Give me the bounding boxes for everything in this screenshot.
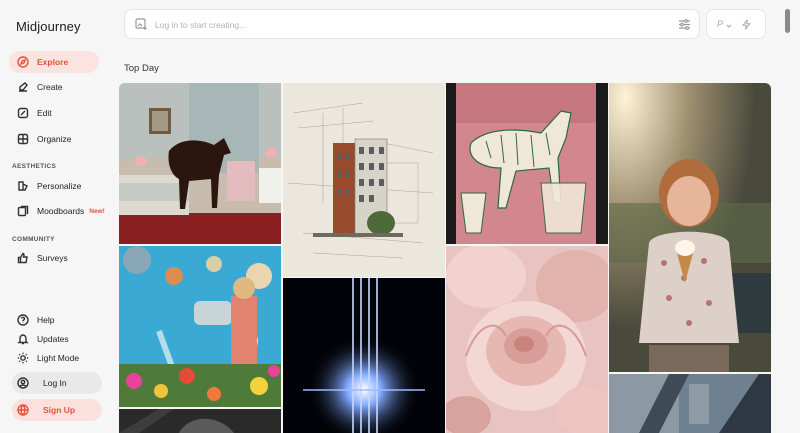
community-heading: COMMUNITY (12, 236, 55, 243)
bell-icon (17, 333, 29, 345)
app-logo[interactable]: Midjourney (16, 19, 81, 34)
chevron-down-icon (726, 21, 732, 28)
zebra-pattern-image[interactable] (446, 83, 608, 244)
grid-icon (17, 133, 29, 145)
motion-blur-image[interactable] (609, 374, 771, 433)
globe-icon (17, 404, 29, 416)
nav-organize[interactable]: Organize (9, 128, 99, 150)
light-flare-image[interactable] (283, 278, 445, 433)
help-icon (17, 314, 29, 326)
dark-portrait-image[interactable] (119, 409, 281, 433)
settings-sliders-icon[interactable] (678, 18, 691, 31)
nav-moodboards[interactable]: Moodboards New! (9, 200, 109, 222)
personalize-icon (17, 180, 29, 192)
user-circle-icon (17, 377, 29, 389)
nav-label: Help (37, 315, 55, 325)
sun-icon (17, 352, 29, 364)
mode-letter: P (717, 19, 724, 29)
nav-label: Light Mode (37, 353, 80, 363)
nav-label: Surveys (37, 253, 68, 263)
compass-icon (17, 56, 29, 68)
nav-label: Updates (37, 334, 69, 344)
nav-label: Moodboards (37, 206, 85, 216)
new-badge: New! (89, 207, 105, 215)
section-title: Top Day (124, 63, 159, 74)
login-label: Log In (43, 378, 67, 388)
brush-icon (17, 81, 29, 93)
sidebar: Midjourney Explore Create Edit Organize … (0, 0, 112, 433)
signup-button[interactable]: Sign Up (12, 399, 102, 421)
nav-light-mode[interactable]: Light Mode (9, 347, 99, 369)
moodboard-icon (17, 205, 29, 217)
pink-peony-image[interactable] (446, 246, 608, 433)
prompt-bar[interactable] (124, 9, 700, 39)
image-gallery (119, 83, 771, 433)
add-image-icon[interactable] (135, 18, 148, 31)
edit-icon (17, 107, 29, 119)
signup-label: Sign Up (43, 405, 76, 415)
nav-label: Personalize (37, 181, 82, 191)
nav-surveys[interactable]: Surveys (9, 247, 99, 269)
mode-selector[interactable]: P (706, 9, 766, 39)
nav-explore[interactable]: Explore (9, 51, 99, 73)
login-button[interactable]: Log In (12, 372, 102, 394)
nav-edit[interactable]: Edit (9, 102, 99, 124)
aesthetics-heading: AESTHETICS (12, 163, 57, 170)
nav-personalize[interactable]: Personalize (9, 175, 99, 197)
horse-bedroom-image[interactable] (119, 83, 281, 244)
scrollbar-thumb[interactable] (785, 9, 790, 33)
architecture-sketch-image[interactable] (283, 83, 445, 277)
nav-label: Edit (37, 108, 52, 118)
nav-label: Explore (37, 57, 69, 67)
nav-label: Organize (37, 134, 72, 144)
nav-label: Create (37, 82, 63, 92)
bolt-icon[interactable] (741, 18, 752, 30)
girl-icecream-image[interactable] (609, 83, 771, 372)
nav-create[interactable]: Create (9, 76, 99, 98)
thumbs-up-icon (17, 252, 29, 264)
prompt-input[interactable] (155, 16, 635, 34)
collage-watering-can-image[interactable] (119, 246, 281, 407)
